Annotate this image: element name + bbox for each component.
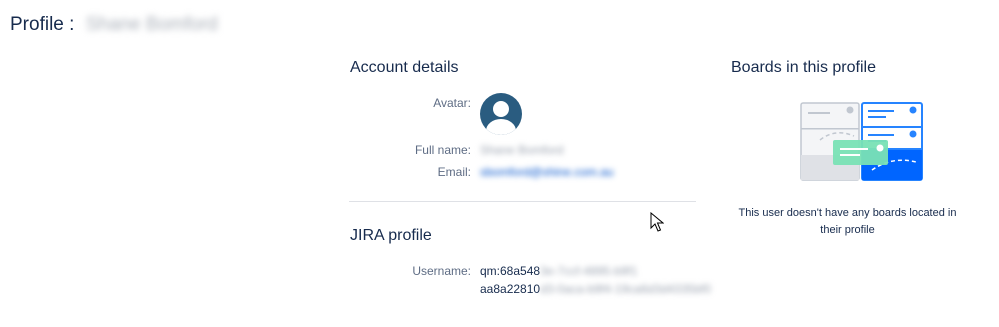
username-line-1-visible: qm:68a548 bbox=[480, 264, 541, 278]
jira-profile-heading: JIRA profile bbox=[350, 227, 432, 244]
email-label: Email: bbox=[437, 165, 471, 179]
profile-user-name: Shane Bomford bbox=[85, 14, 218, 35]
avatar-label: Avatar: bbox=[433, 96, 471, 110]
avatar-head-icon bbox=[493, 101, 509, 117]
boards-heading: Boards in this profile bbox=[731, 59, 876, 76]
boards-empty-message: This user doesn't have any boards locate… bbox=[738, 207, 957, 236]
account-details-heading: Account details bbox=[350, 59, 459, 76]
section-divider bbox=[349, 201, 696, 202]
fullname-label: Full name: bbox=[414, 143, 471, 157]
empty-boards-illustration bbox=[800, 102, 923, 181]
username-label: Username: bbox=[412, 264, 471, 278]
page-title-prefix: Profile : bbox=[10, 14, 75, 35]
username-line-1: qm:68a5483e-7ccf-4895-b9f1 bbox=[480, 264, 637, 278]
mouse-cursor-icon bbox=[650, 212, 664, 232]
email-link[interactable]: sbomford@shine.com.au bbox=[480, 165, 614, 179]
fullname-value: Shane Bomford bbox=[480, 143, 564, 157]
username-line-2-visible: aa8a22810 bbox=[480, 282, 541, 296]
username-line-2-blurred: d3-0aca-b9f4-19ca6d3d4335bf0 bbox=[540, 282, 711, 296]
avatar bbox=[480, 93, 522, 135]
username-line-2: aa8a22810d3-0aca-b9f4-19ca6d3d4335bf0 bbox=[480, 282, 711, 296]
avatar-body-icon bbox=[486, 119, 516, 135]
username-line-1-blurred: 3e-7ccf-4895-b9f1 bbox=[540, 264, 638, 278]
page-title: Profile : Shane Bomford bbox=[10, 14, 218, 36]
